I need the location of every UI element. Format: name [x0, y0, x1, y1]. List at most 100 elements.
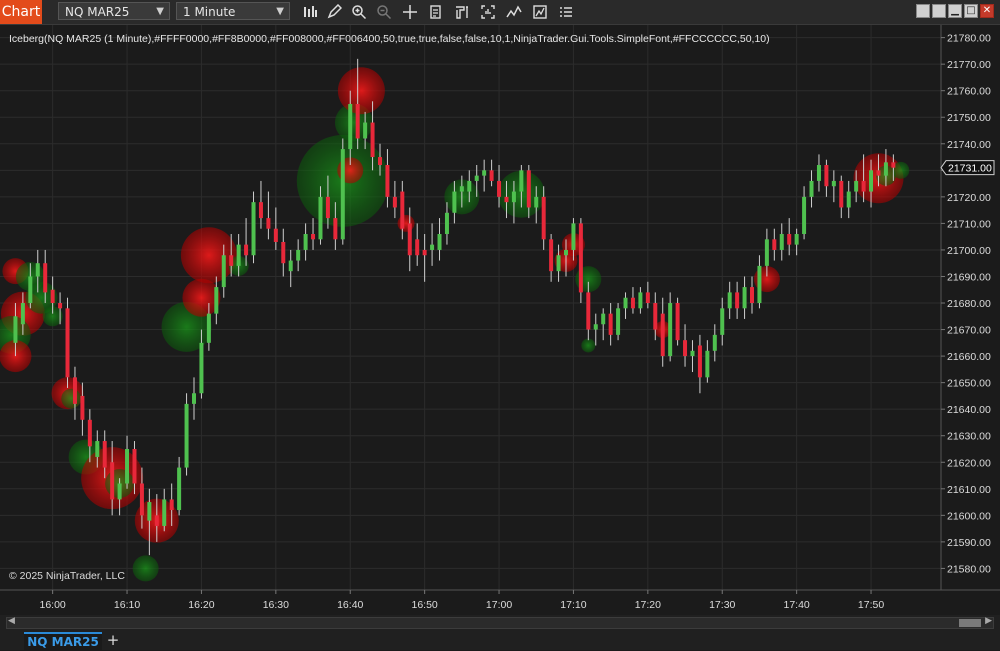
- strategies-icon[interactable]: [530, 2, 550, 22]
- price-tick-label: 21750.00: [947, 112, 991, 124]
- crosshair-icon[interactable]: [400, 2, 420, 22]
- candle-body: [117, 483, 122, 500]
- candle-body: [281, 241, 286, 264]
- candle-body: [236, 244, 241, 266]
- templates-icon[interactable]: [452, 2, 472, 22]
- candle-body: [110, 462, 115, 500]
- candle-body: [541, 196, 546, 240]
- candle-body: [787, 234, 792, 245]
- price-tick-label: 21610.00: [947, 484, 991, 496]
- chevron-down-icon: ▼: [156, 6, 164, 17]
- candle-body: [578, 223, 583, 293]
- iceberg-bubble-sell: [180, 227, 237, 284]
- candle-body: [95, 441, 100, 457]
- indicators-icon[interactable]: [504, 2, 524, 22]
- candle-body: [630, 297, 635, 309]
- candle-body: [385, 165, 390, 197]
- candle-body: [854, 180, 859, 192]
- scroll-right-icon[interactable]: ▶: [985, 616, 992, 626]
- time-tick-label: 17:40: [783, 599, 809, 611]
- candle-body: [28, 276, 33, 304]
- candle-body: [407, 223, 412, 256]
- candle-body: [169, 499, 174, 511]
- candle-body: [430, 244, 435, 250]
- candle-body: [273, 228, 278, 242]
- bars-type-icon[interactable]: [300, 2, 320, 22]
- candle-body: [772, 239, 777, 250]
- candle-body: [735, 292, 740, 309]
- candle-body: [489, 170, 494, 181]
- candle-body: [415, 239, 420, 256]
- data-box-icon[interactable]: [478, 2, 498, 22]
- candle-body: [534, 196, 539, 208]
- interval-selector-value: 1 Minute: [183, 5, 236, 19]
- properties-icon[interactable]: [426, 2, 446, 22]
- candle-down: [675, 297, 680, 346]
- copyright-label: © 2025 NinjaTrader, LLC: [9, 570, 125, 582]
- candle-body: [519, 170, 524, 192]
- candle-body: [318, 196, 323, 240]
- candle-body: [162, 499, 167, 526]
- candle-body: [869, 170, 874, 192]
- add-tab-button[interactable]: +: [106, 632, 120, 650]
- candle-up: [340, 138, 345, 245]
- candle-body: [876, 170, 881, 176]
- horizontal-scrollbar[interactable]: ◀ ▶: [6, 616, 994, 629]
- scroll-left-icon[interactable]: ◀: [8, 616, 15, 626]
- candle-body: [392, 196, 397, 208]
- pencil-icon[interactable]: [324, 2, 344, 22]
- price-axis: 21580.00 21590.00 21600.00 21610.00 21620.00…: [941, 33, 991, 575]
- interval-selector[interactable]: 1 Minute ▼: [176, 2, 290, 20]
- candle-body: [378, 157, 382, 166]
- candle-body: [50, 289, 55, 304]
- scrollbar-thumb[interactable]: [959, 619, 981, 627]
- price-tick-label: 21600.00: [947, 510, 991, 522]
- maximize-button[interactable]: □: [964, 4, 978, 18]
- candle-body: [564, 249, 568, 256]
- drawing-objects-list-icon[interactable]: [556, 2, 576, 22]
- tab-nq-mar25[interactable]: NQ MAR25: [24, 632, 102, 650]
- candle-body: [824, 165, 829, 187]
- candle-body: [757, 265, 762, 304]
- candle-body: [370, 122, 375, 158]
- time-tick-label: 17:10: [560, 599, 586, 611]
- candle-body: [13, 316, 18, 343]
- candle-body: [452, 191, 457, 213]
- iceberg-bubble-sell: [397, 214, 415, 232]
- candle-body: [683, 340, 688, 357]
- candle-body: [296, 249, 301, 261]
- candle-body: [325, 196, 330, 219]
- candle-body: [251, 202, 256, 256]
- instrument-selector[interactable]: NQ MAR25 ▼: [58, 2, 170, 20]
- candle-body: [214, 287, 219, 314]
- candle-body: [720, 308, 725, 335]
- price-tick-label: 21660.00: [947, 351, 991, 363]
- price-chart[interactable]: 21580.00 21590.00 21600.00 21610.00 21620.00…: [0, 25, 1000, 615]
- minimize-button[interactable]: ▁: [948, 4, 962, 18]
- window-linking-button-2[interactable]: [932, 4, 946, 18]
- candle-body: [311, 234, 316, 240]
- window-linking-button[interactable]: [916, 4, 930, 18]
- close-icon: ✕: [982, 5, 992, 16]
- close-button[interactable]: ✕: [980, 4, 994, 18]
- price-tick-label: 21780.00: [947, 33, 991, 45]
- candle-body: [764, 239, 769, 266]
- zoom-out-icon[interactable]: [374, 2, 394, 22]
- chart-panel[interactable]: 21580.00 21590.00 21600.00 21610.00 21620.00…: [0, 25, 1000, 615]
- candle-body: [794, 234, 799, 245]
- zoom-in-icon[interactable]: [349, 2, 369, 22]
- candle-body: [363, 122, 368, 139]
- candle-body: [102, 441, 107, 468]
- candle-body: [132, 448, 137, 484]
- candle-body: [675, 303, 680, 341]
- price-tick-label: 21590.00: [947, 537, 991, 549]
- candle-body: [891, 162, 896, 168]
- candle-body: [504, 196, 509, 203]
- candle-body: [638, 292, 643, 309]
- chart-menu-button[interactable]: Chart: [0, 0, 42, 24]
- time-tick-label: 16:50: [411, 599, 437, 611]
- candle-body: [355, 103, 360, 139]
- price-tick-label: 21690.00: [947, 271, 991, 283]
- time-tick-label: 16:00: [39, 599, 65, 611]
- candle-body: [608, 313, 613, 335]
